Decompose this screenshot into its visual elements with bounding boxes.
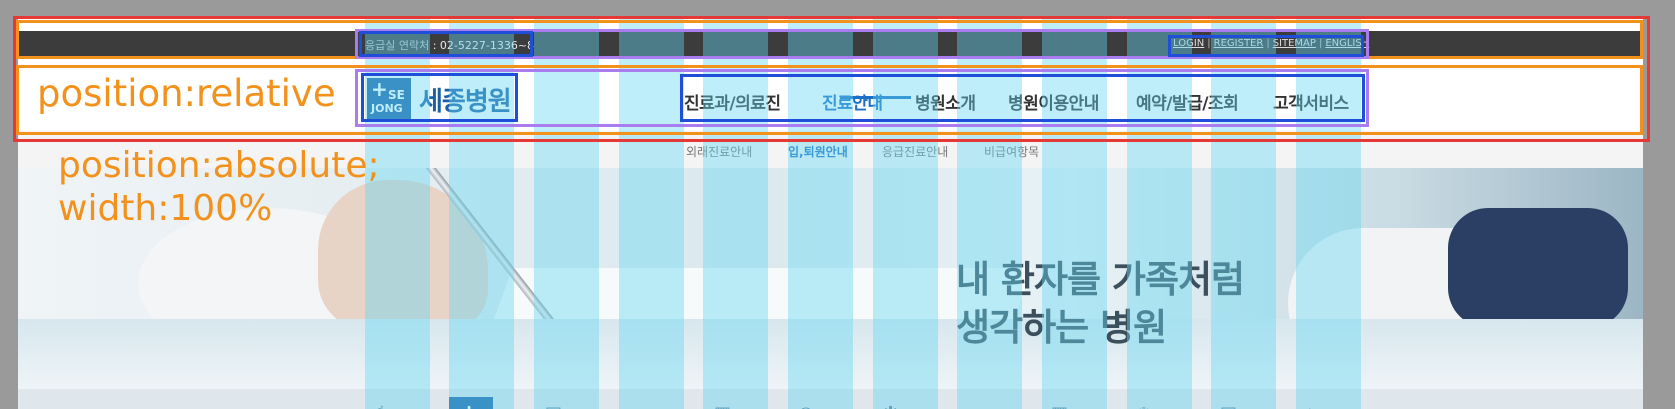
search-icon[interactable]: ⌕ — [955, 397, 999, 409]
logo[interactable]: + SE JONG 세종병원 — [367, 76, 527, 122]
subnav-non-covered[interactable]: 비급여항목 — [984, 143, 1039, 160]
hero-slogan: 내 환자를 가족처럼 생각하는 병원 — [956, 256, 1245, 352]
hero-banner: 내 환자를 가족처럼 생각하는 병원 — [18, 168, 1643, 389]
hero-desk — [18, 319, 1643, 389]
utility-bar: 응급실 연락처 : 02-5227-1336~8 LOGIN | REGISTER |… — [18, 31, 1643, 57]
utility-links: LOGIN | REGISTER | SITEMAP | ENGLISH — [1173, 38, 1369, 49]
blood-pressure-cuff-icon — [1448, 208, 1628, 328]
nav-reservation[interactable]: 예약/발급/조회 — [1136, 89, 1239, 114]
emergency-label: 응급실 연락처 — [365, 39, 430, 52]
document-icon[interactable]: ▦ — [702, 397, 746, 409]
hospital-icon[interactable]: ⌂ — [1292, 397, 1336, 409]
separator: | — [1318, 38, 1323, 49]
hero-slogan-line1: 내 환자를 가족처럼 — [956, 258, 1245, 301]
nav-departments[interactable]: 진료과/의료진 — [684, 89, 781, 114]
logo-text: 세종병원 — [419, 86, 512, 117]
sub-nav: 외래진료안내 입,퇴원안내 응급진료안내 비급여항목 — [18, 131, 1643, 168]
nav-customer-service[interactable]: 고객서비스 — [1273, 89, 1349, 114]
nav-about[interactable]: 병원소개 — [915, 89, 976, 114]
ambulance-icon[interactable]: ▭ — [618, 397, 662, 409]
car-icon[interactable]: ◒ — [786, 397, 830, 409]
english-link[interactable]: ENGLISH — [1325, 38, 1369, 49]
nav-care-guide[interactable]: 진료안내 — [822, 89, 883, 114]
header: + SE JONG 세종병원 진료과/의료진 진료안내 병원소개 병원이용안내 … — [18, 67, 1643, 131]
emergency-phone: : 02-5227-1336~8 — [432, 39, 535, 52]
stethoscope-icon[interactable]: ⚕ — [365, 397, 409, 409]
separator: | — [1266, 38, 1270, 49]
medicine-icon[interactable]: ✱ — [871, 397, 915, 409]
subnav-emergency[interactable]: 응급진료안내 — [882, 143, 948, 160]
nav-hospital-use[interactable]: 병원이용안내 — [1008, 89, 1099, 114]
calendar-icon[interactable]: ▣ — [1208, 397, 1252, 409]
sitemap-link[interactable]: SITEMAP — [1273, 38, 1316, 49]
active-nav-underline — [840, 96, 911, 99]
chat-icon[interactable]: ◌ — [1124, 397, 1168, 409]
emergency-contact: 응급실 연락처 : 02-5227-1336~8 — [365, 37, 534, 53]
doctor-icon[interactable]: ♟ — [449, 397, 493, 409]
logo-mark-jong: JONG — [371, 102, 403, 115]
hospital-cross-icon: + SE JONG — [367, 78, 411, 120]
quick-menu: ⚕ ♟ ▤ ▭ ▦ ◒ ✱ ⌕ ▥ ◌ ▣ ⌂ — [18, 389, 1643, 409]
subnav-admission[interactable]: 입,퇴원안내 — [788, 143, 848, 160]
clipboard-icon[interactable]: ▤ — [533, 397, 577, 409]
page-frame: 응급실 연락처 : 02-5227-1336~8 LOGIN | REGISTER |… — [18, 19, 1643, 409]
login-link[interactable]: LOGIN — [1173, 38, 1204, 49]
subnav-outpatient[interactable]: 외래진료안내 — [686, 143, 752, 160]
separator: | — [1207, 38, 1211, 49]
hero-slogan-line2: 생각하는 병원 — [956, 306, 1167, 349]
logo-mark-se: SE — [388, 88, 405, 102]
folder-icon[interactable]: ▥ — [1039, 397, 1083, 409]
register-link[interactable]: REGISTER — [1214, 38, 1264, 49]
